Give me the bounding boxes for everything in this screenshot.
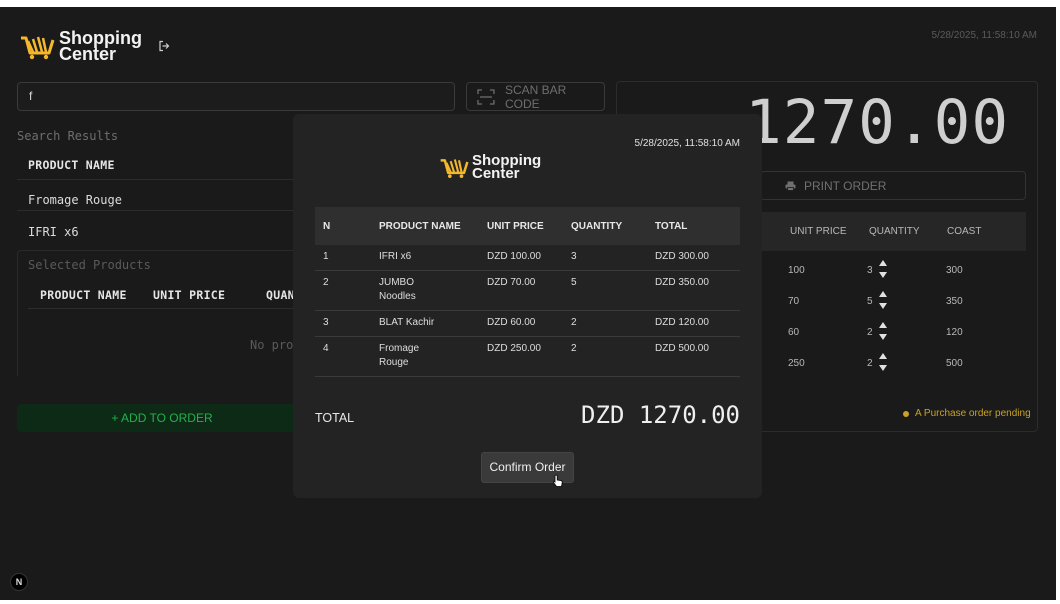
row-quantity: 5 xyxy=(867,296,873,307)
cell-product-name: JUMBO Noodles xyxy=(371,270,479,311)
status-dot-icon xyxy=(903,410,909,417)
shopping-cart-icon xyxy=(21,36,55,60)
cell-product-name: IFRI x6 xyxy=(371,245,479,271)
add-to-order-button[interactable]: + ADD TO ORDER xyxy=(17,404,307,432)
scan-barcode-label: SCAN BAR CODE xyxy=(504,82,567,111)
cell-quantity: 3 xyxy=(563,245,647,271)
order-total-display: 1270.00 xyxy=(745,87,1010,158)
table-row: 2 JUMBO Noodles DZD 70.00 5 DZD 350.00 xyxy=(315,270,740,311)
logout-icon[interactable] xyxy=(158,40,170,52)
pending-order-status: A Purchase order pending xyxy=(903,408,1031,419)
table-row: 3 BLAT Kachir DZD 60.00 2 DZD 120.00 xyxy=(315,310,740,337)
order-table-header: UNIT PRICE QUANTITY COAST xyxy=(760,212,1026,251)
selected-column-product-name: PRODUCT NAME xyxy=(40,288,127,302)
dev-tools-badge[interactable]: N xyxy=(10,573,28,591)
order-row: 70 5 350 xyxy=(760,286,1026,316)
brand-logo: Shopping Center xyxy=(19,28,142,64)
cell-unit-price: DZD 60.00 xyxy=(479,310,563,337)
column-cost: COAST xyxy=(947,226,982,237)
brand-name: Shopping Center xyxy=(59,28,142,64)
cell-quantity: 2 xyxy=(563,310,647,337)
order-row: 250 2 500 xyxy=(760,348,1026,378)
cell-unit-price: DZD 250.00 xyxy=(479,336,563,377)
row-unit-price: 100 xyxy=(788,265,805,276)
pointer-cursor-icon xyxy=(553,474,563,487)
row-unit-price: 70 xyxy=(788,296,800,307)
modal-datetime: 5/28/2025, 11:58:10 AM xyxy=(634,138,740,149)
table-row: 1 IFRI x6 DZD 100.00 3 DZD 300.00 xyxy=(315,245,740,271)
column-product-name: PRODUCT NAME xyxy=(371,207,479,245)
total-value: DZD 1270.00 xyxy=(581,401,740,429)
search-result-item[interactable]: IFRI x6 xyxy=(28,225,79,239)
selected-products-label: Selected Products xyxy=(28,258,151,272)
print-order-button[interactable]: PRINT ORDER xyxy=(760,171,1026,200)
column-quantity: QUANTITY xyxy=(869,226,920,237)
cell-unit-price: DZD 70.00 xyxy=(479,270,563,311)
search-result-item[interactable]: Fromage Rouge xyxy=(28,193,122,207)
cell-quantity: 2 xyxy=(563,336,647,377)
cell-n: 2 xyxy=(315,270,371,311)
cell-product-name: BLAT Kachir xyxy=(371,310,479,337)
divider xyxy=(28,308,294,309)
table-header-row: N PRODUCT NAME UNIT PRICE QUANTITY TOTAL xyxy=(315,207,740,245)
row-unit-price: 60 xyxy=(788,327,800,338)
cell-quantity: 5 xyxy=(563,270,647,311)
column-quantity: QUANTITY xyxy=(563,207,647,245)
search-input[interactable]: f xyxy=(17,82,455,111)
order-summary-table: N PRODUCT NAME UNIT PRICE QUANTITY TOTAL… xyxy=(315,207,740,377)
cell-total: DZD 300.00 xyxy=(647,245,740,271)
quantity-stepper[interactable] xyxy=(878,289,888,311)
header-datetime: 5/28/2025, 11:58:10 AM xyxy=(931,30,1037,41)
order-row: 60 2 120 xyxy=(760,317,1026,347)
quantity-stepper[interactable] xyxy=(878,351,888,373)
cell-n: 4 xyxy=(315,336,371,377)
pending-order-text: A Purchase order pending xyxy=(915,408,1031,419)
row-quantity: 3 xyxy=(867,265,873,276)
app-window: Shopping Center 5/28/2025, 11:58:10 AM f… xyxy=(0,7,1056,600)
column-n: N xyxy=(315,207,371,245)
column-total: TOTAL xyxy=(647,207,740,245)
modal-brand-name: Shopping Center xyxy=(472,152,542,182)
scan-barcode-button[interactable]: SCAN BAR CODE xyxy=(466,82,605,111)
cell-total: DZD 500.00 xyxy=(647,336,740,377)
results-column-product-name: PRODUCT NAME xyxy=(28,158,115,172)
column-unit-price: UNIT PRICE xyxy=(790,226,847,237)
row-cost: 300 xyxy=(946,265,963,276)
row-unit-price: 250 xyxy=(788,358,805,369)
modal-brand-logo: Shopping Center xyxy=(439,152,542,182)
divider xyxy=(17,210,295,211)
cell-n: 3 xyxy=(315,310,371,337)
cell-n: 1 xyxy=(315,245,371,271)
search-results-label: Search Results xyxy=(17,129,119,143)
divider xyxy=(17,179,295,180)
quantity-stepper[interactable] xyxy=(878,320,888,342)
order-row: 100 3 300 xyxy=(760,255,1026,285)
table-row: 4 Fromage Rouge DZD 250.00 2 DZD 500.00 xyxy=(315,336,740,377)
row-cost: 350 xyxy=(946,296,963,307)
row-quantity: 2 xyxy=(867,327,873,338)
quantity-stepper[interactable] xyxy=(878,258,888,280)
cell-unit-price: DZD 100.00 xyxy=(479,245,563,271)
row-cost: 500 xyxy=(946,358,963,369)
cell-product-name: Fromage Rouge xyxy=(371,336,479,377)
print-order-label: PRINT ORDER xyxy=(804,178,887,193)
barcode-scan-icon xyxy=(477,88,495,105)
printer-icon xyxy=(785,181,796,191)
cell-total: DZD 120.00 xyxy=(647,310,740,337)
selected-column-unit-price: UNIT PRICE xyxy=(153,288,226,302)
cell-total: DZD 350.00 xyxy=(647,270,740,311)
shopping-cart-icon xyxy=(440,159,469,178)
selected-column-quantity: QUAN xyxy=(266,288,295,302)
order-confirmation-modal: 5/28/2025, 11:58:10 AM Shopping Center N… xyxy=(293,114,762,498)
column-unit-price: UNIT PRICE xyxy=(479,207,563,245)
row-cost: 120 xyxy=(946,327,963,338)
total-label: TOTAL xyxy=(315,411,355,425)
row-quantity: 2 xyxy=(867,358,873,369)
